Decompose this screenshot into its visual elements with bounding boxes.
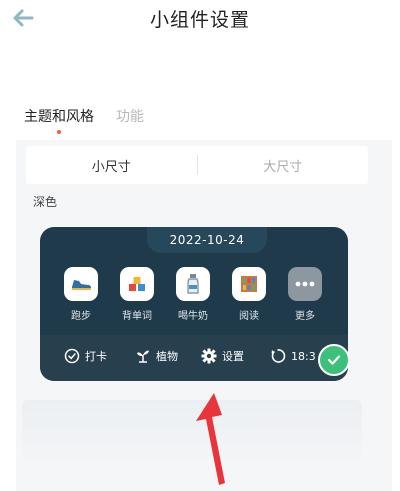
header: 小组件设置: [0, 0, 400, 40]
action-label: 植物: [156, 350, 178, 363]
gear-icon: [201, 348, 217, 364]
plant-sprout-icon: [137, 350, 149, 363]
habit-tile: [288, 267, 322, 301]
checkmark-icon: [327, 355, 341, 365]
widget-date: 2022-10-24: [169, 233, 245, 247]
habit-label: 喝牛奶: [178, 311, 208, 322]
selected-check-badge: [318, 344, 350, 376]
action-label: 18:3: [291, 349, 316, 363]
habit-label: 更多: [295, 311, 315, 322]
action-label: 设置: [222, 350, 244, 363]
action-settings: 设置: [201, 348, 244, 364]
more-dots-icon: [295, 281, 315, 287]
tab-theme-style-label: 主题和风格: [24, 109, 94, 125]
habit-vocabulary: 背单词: [113, 267, 161, 322]
habit-label: 阅读: [239, 311, 259, 322]
habit-running: 跑步: [57, 267, 105, 322]
refresh-icon: [271, 349, 286, 363]
widget-action-bar: 打卡 植物 设置 18:3: [40, 335, 348, 381]
widget-preview-dark[interactable]: 2022-10-24 跑步 背单词 喝牛奶 阅读 更多 打卡 植物 设置 18:…: [40, 227, 348, 381]
size-option-small[interactable]: 小尺寸: [26, 146, 197, 184]
tab-function-label: 功能: [116, 109, 144, 125]
action-refresh: 18:3: [270, 348, 316, 364]
habit-tile: [64, 267, 98, 301]
size-selector: 小尺寸 大尺寸: [26, 146, 368, 184]
tab-theme-style[interactable]: 主题和风格: [24, 106, 94, 136]
vocabulary-blocks-icon: [129, 277, 145, 291]
size-option-large[interactable]: 大尺寸: [198, 146, 369, 184]
date-tab: 2022-10-24: [147, 227, 267, 253]
action-plant: 植物: [135, 348, 178, 364]
milk-bottle-icon: [187, 274, 199, 294]
action-label: 打卡: [85, 350, 107, 363]
habit-label: 背单词: [122, 311, 152, 322]
annotation-arrow-icon: [196, 393, 225, 485]
habit-more: 更多: [281, 267, 329, 322]
tab-bar: 主题和风格 功能: [24, 106, 144, 136]
active-tab-indicator: [57, 130, 61, 134]
tab-function[interactable]: 功能: [116, 106, 144, 136]
action-checkin: 打卡: [64, 348, 107, 364]
page-title: 小组件设置: [149, 9, 250, 31]
check-circle-icon: [64, 348, 80, 364]
habit-tile: [176, 267, 210, 301]
habit-tile: [232, 267, 266, 301]
habit-milk: 喝牛奶: [169, 267, 217, 322]
habit-label: 跑步: [71, 311, 91, 322]
theme-dark-label: 深色: [33, 195, 58, 209]
bookshelf-icon: [241, 276, 257, 292]
habit-reading: 阅读: [225, 267, 273, 322]
habit-tile: [120, 267, 154, 301]
running-shoe-icon: [72, 280, 91, 290]
